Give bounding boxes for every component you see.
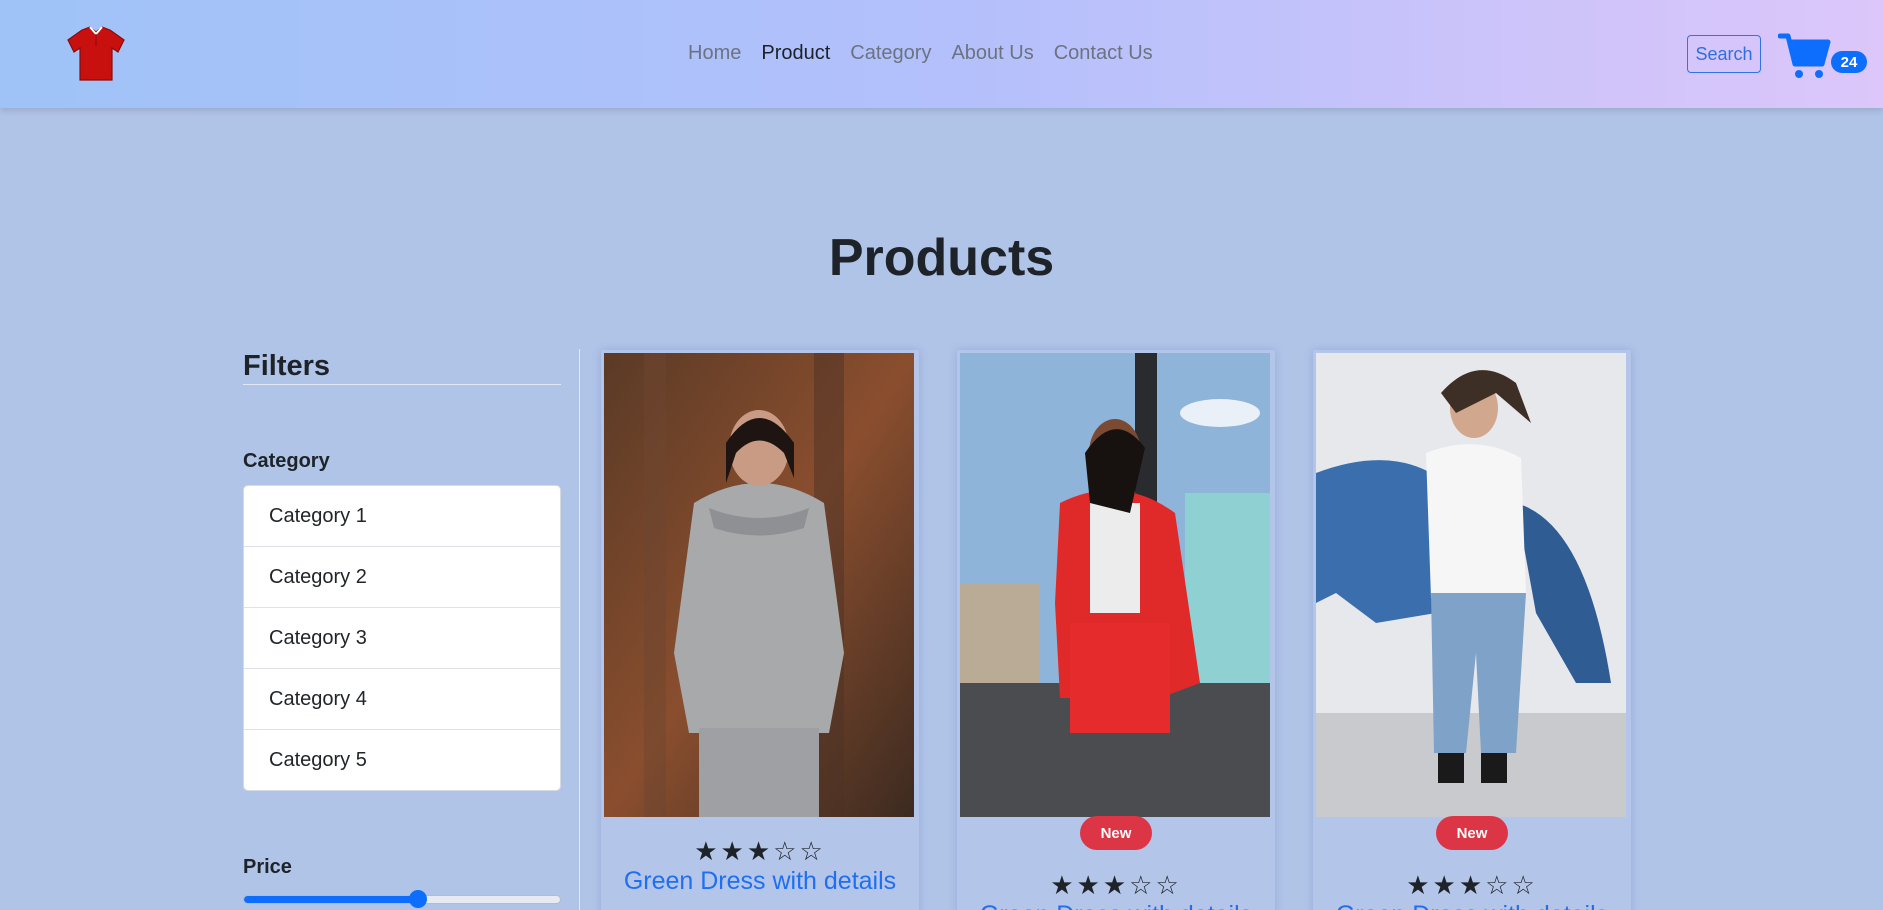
nav-link-about-us[interactable]: About Us [951, 42, 1033, 65]
star-empty-icon: ☆ [773, 836, 800, 866]
new-badge: New [1436, 816, 1508, 850]
category-item[interactable]: Category 4 [244, 669, 560, 730]
rating-stars: ★★★☆☆ [1313, 870, 1631, 901]
star-filled-icon: ★ [720, 836, 747, 866]
filters-title: Filters [243, 350, 331, 382]
star-empty-icon: ☆ [1129, 870, 1156, 900]
page-title: Products [828, 229, 1055, 287]
cart-count-badge: 24 [1831, 51, 1867, 73]
category-item[interactable]: Category 3 [244, 608, 560, 669]
nav-link-contact-us[interactable]: Contact Us [1054, 42, 1153, 65]
nav-link-category[interactable]: Category [850, 42, 931, 65]
nav-link-product[interactable]: Product [761, 42, 830, 65]
star-filled-icon: ★ [1102, 870, 1130, 900]
product-title[interactable]: Green Dress with details [957, 901, 1275, 910]
category-item[interactable]: Category 5 [244, 730, 560, 790]
product-card[interactable]: New ★★★☆☆ Green Dress with details [957, 350, 1275, 910]
category-item[interactable]: Category 2 [244, 547, 560, 608]
star-empty-icon: ☆ [1485, 870, 1512, 900]
rating-stars: ★★★☆☆ [601, 836, 919, 867]
category-list: Category 1 Category 2 Category 3 Categor… [243, 485, 561, 791]
search-button[interactable]: Search [1687, 35, 1761, 73]
product-card[interactable]: New ★★★☆☆ Green Dress with details [1313, 350, 1631, 910]
new-badge: New [1080, 816, 1152, 850]
price-slider-fill [244, 896, 418, 903]
navbar: Home Product Category About Us Contact U… [0, 0, 1883, 108]
nav-link-home[interactable]: Home [688, 42, 741, 65]
rating-stars: ★★★☆☆ [957, 870, 1275, 901]
star-filled-icon: ★ [1076, 870, 1103, 900]
red-shirt-icon[interactable] [64, 24, 128, 84]
product-image[interactable] [1316, 353, 1626, 817]
product-card[interactable]: ★★★☆☆ Green Dress with details [601, 350, 919, 910]
category-item[interactable]: Category 1 [244, 486, 560, 547]
vertical-divider [579, 349, 580, 910]
star-filled-icon: ★ [694, 836, 721, 866]
product-title[interactable]: Green Dress with details [601, 867, 919, 896]
star-filled-icon: ★ [1458, 870, 1486, 900]
filters-divider [243, 384, 561, 385]
category-filter-title: Category [243, 450, 330, 472]
star-empty-icon: ☆ [799, 836, 826, 866]
star-filled-icon: ★ [1432, 870, 1459, 900]
product-image[interactable] [604, 353, 914, 817]
price-slider[interactable] [243, 895, 561, 904]
price-filter-title: Price [243, 856, 292, 878]
nav-links: Home Product Category About Us Contact U… [688, 42, 1153, 65]
star-empty-icon: ☆ [1155, 870, 1182, 900]
star-filled-icon: ★ [1050, 870, 1077, 900]
price-slider-thumb[interactable] [408, 890, 427, 908]
star-empty-icon: ☆ [1511, 870, 1538, 900]
star-filled-icon: ★ [1406, 870, 1433, 900]
product-image[interactable] [960, 353, 1270, 817]
product-title[interactable]: Green Dress with details [1313, 901, 1631, 910]
star-filled-icon: ★ [746, 836, 774, 866]
